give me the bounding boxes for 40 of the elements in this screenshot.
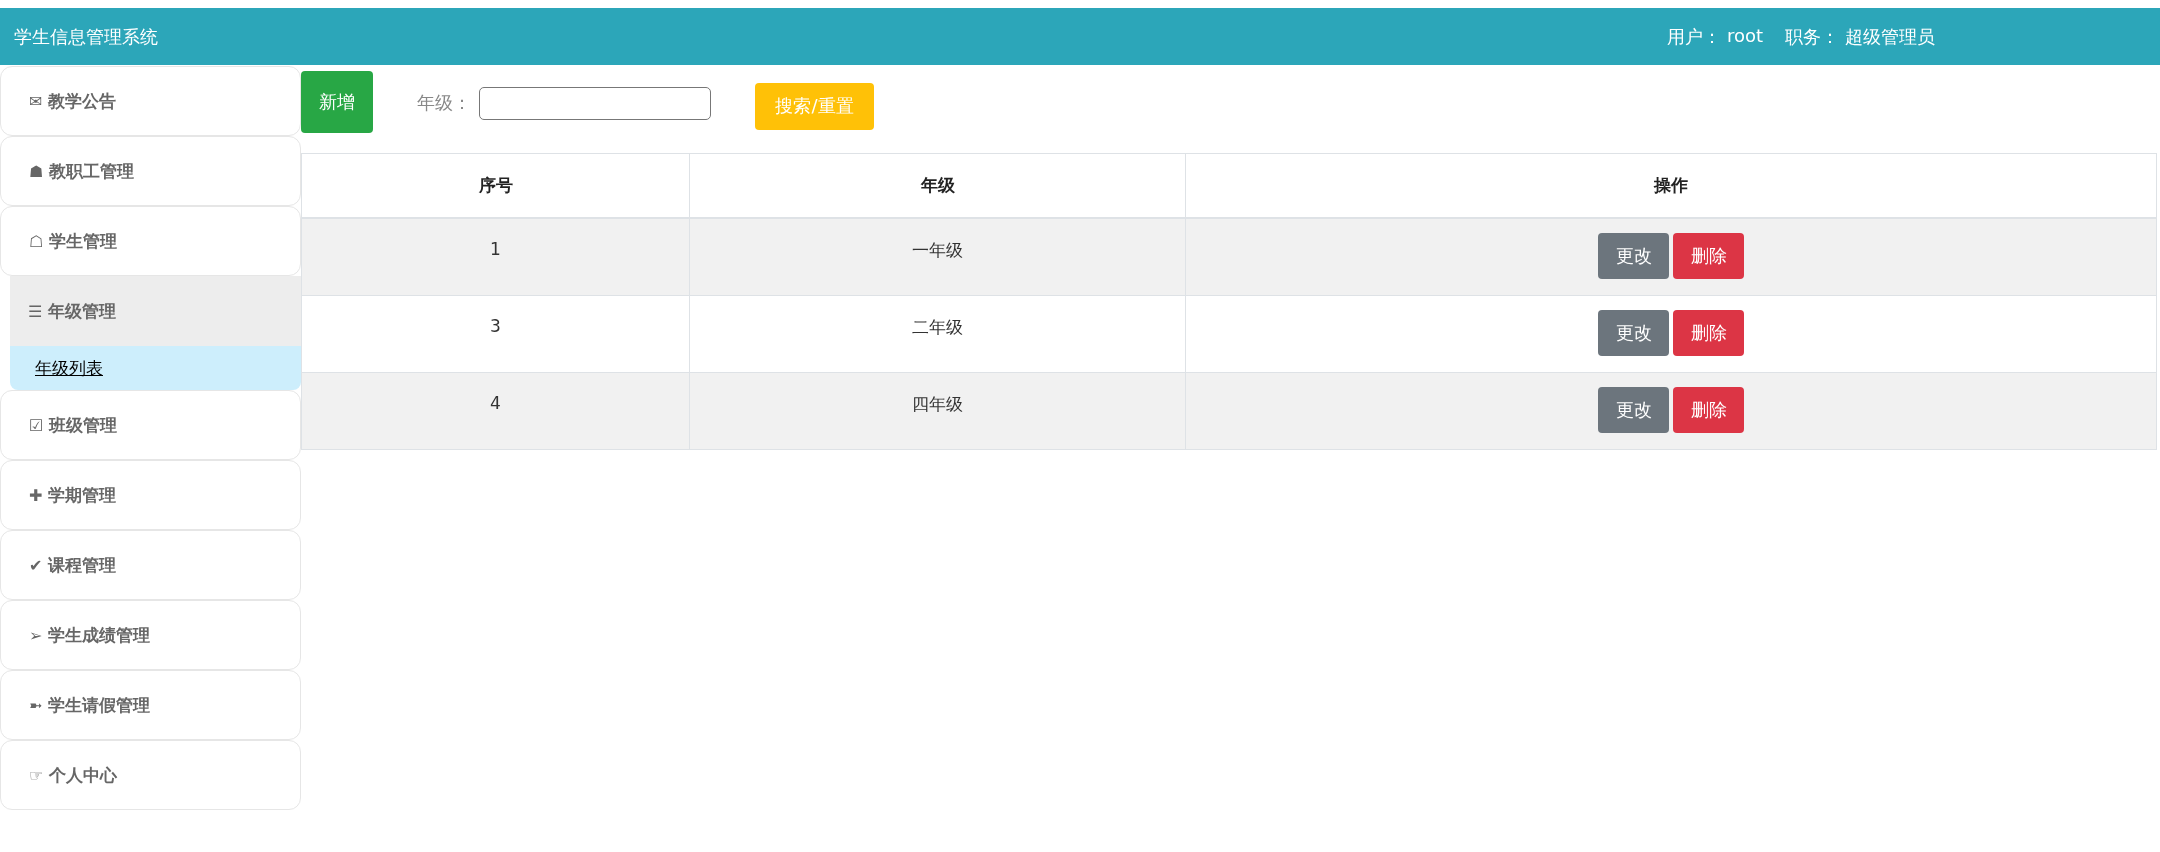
sidebar-menu-item[interactable]: ☰ 年级管理 xyxy=(10,276,301,346)
user-name: root xyxy=(1726,24,1763,48)
role-label: 职务： xyxy=(1785,24,1839,49)
table-cell: 四年级 xyxy=(689,372,1186,449)
sidebar-menu-item[interactable]: ✚ 学期管理 xyxy=(0,460,301,530)
menu-icon: ➢ xyxy=(29,625,43,645)
delete-button[interactable]: 删除 xyxy=(1673,309,1744,356)
sidebar-menu-item[interactable]: ✉ 教学公告 xyxy=(0,66,301,136)
table-cell: 二年级 xyxy=(689,295,1186,372)
submenu-item[interactable]: 年级列表 xyxy=(10,346,301,390)
delete-button[interactable]: 删除 xyxy=(1673,233,1744,279)
table-cell: 4 xyxy=(301,372,690,449)
menu-icon: ☞ xyxy=(29,765,44,785)
add-button[interactable]: 新增 xyxy=(301,71,373,133)
table-cell: 一年级 xyxy=(689,218,1186,295)
table-cell: 1 xyxy=(301,218,690,295)
edit-button[interactable]: 更改 xyxy=(1598,309,1669,356)
menu-icon: ☗ xyxy=(29,161,44,181)
table-cell: 3 xyxy=(301,295,690,372)
role-name: 超级管理员 xyxy=(1845,24,1935,49)
sidebar-menu-item[interactable]: ✔ 课程管理 xyxy=(0,530,301,600)
menu-icon: ➼ xyxy=(29,695,43,715)
menu-icon: ☑ xyxy=(29,415,44,435)
sidebar-menu-item[interactable]: ☗ 教职工管理 xyxy=(0,136,301,206)
sidebar-menu-item[interactable]: ☞ 个人中心 xyxy=(0,740,301,810)
delete-button[interactable]: 删除 xyxy=(1673,386,1744,433)
edit-button[interactable]: 更改 xyxy=(1598,233,1669,279)
menu-icon: ✚ xyxy=(29,485,43,505)
menu-icon: ☰ xyxy=(28,301,43,321)
grade-filter-label: 年级： xyxy=(417,91,471,115)
grade-input-field[interactable] xyxy=(479,86,711,120)
menu-icon: ☖ xyxy=(29,231,44,251)
sidebar-menu-item[interactable]: ☑ 班级管理 xyxy=(0,390,301,460)
user-label: 用户： xyxy=(1666,24,1721,49)
sidebar-menu-item[interactable]: ➼ 学生请假管理 xyxy=(0,670,301,740)
app-title: 学生信息管理系统 xyxy=(14,24,158,49)
menu-icon: ✔ xyxy=(29,555,43,575)
menu-icon: ✉ xyxy=(29,91,43,111)
sidebar-menu-item[interactable]: ➢ 学生成绩管理 xyxy=(0,600,301,670)
edit-button[interactable]: 更改 xyxy=(1598,386,1669,433)
